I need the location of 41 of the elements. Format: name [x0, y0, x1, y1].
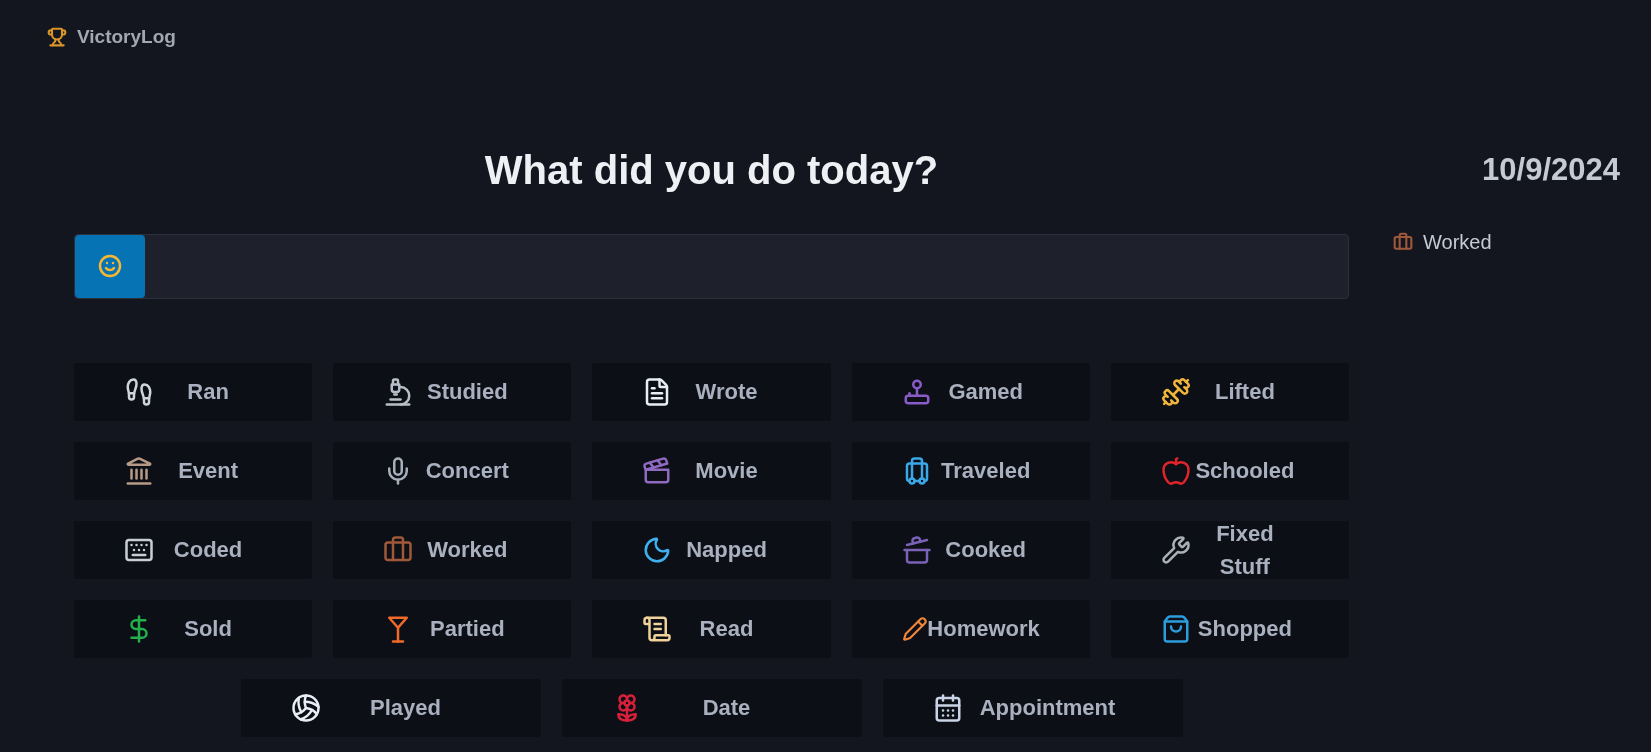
activity-button[interactable]: Date — [561, 678, 862, 737]
activity-button[interactable]: Movie — [592, 441, 831, 500]
activity-button[interactable]: Fixed Stuff — [1110, 520, 1349, 579]
date-label: 10/9/2024 — [1482, 150, 1620, 189]
activity-button[interactable]: Studied — [333, 362, 572, 421]
mood-button[interactable] — [75, 234, 145, 298]
activity-button[interactable]: Event — [74, 441, 313, 500]
activity-button[interactable]: Wrote — [592, 362, 831, 421]
activity-button[interactable]: Coded — [74, 520, 313, 579]
activity-button[interactable]: Traveled — [851, 441, 1090, 500]
activity-button[interactable]: Homework — [851, 599, 1090, 658]
activity-button[interactable]: Napped — [592, 520, 831, 579]
building-icon — [124, 455, 154, 486]
activity-button[interactable]: Shopped — [1110, 599, 1349, 658]
wrench-icon — [1160, 534, 1191, 565]
activity-button[interactable]: Appointment — [882, 678, 1183, 737]
activity-button[interactable]: Played — [240, 678, 541, 737]
apple-icon — [1160, 455, 1191, 486]
dumbbell-icon — [1160, 376, 1191, 407]
ball-icon — [290, 692, 321, 723]
activity-button[interactable]: Concert — [333, 441, 572, 500]
clapperboard-icon — [642, 455, 673, 486]
pot-icon — [901, 534, 932, 565]
activity-button[interactable]: Lifted — [1110, 362, 1349, 421]
activity-button[interactable]: Schooled — [1110, 441, 1349, 500]
briefcase-icon — [1393, 232, 1413, 252]
smiley-icon — [98, 254, 122, 278]
trophy-icon — [47, 27, 67, 48]
entry-field[interactable] — [74, 233, 1349, 299]
activity-button[interactable]: Ran — [74, 362, 313, 421]
page-heading: What did you do today? — [483, 146, 940, 194]
app-logo[interactable]: VictoryLog — [77, 23, 176, 52]
activity-button[interactable]: Worked — [333, 520, 572, 579]
activity-button[interactable]: Cooked — [851, 520, 1090, 579]
calendar-icon — [932, 692, 963, 723]
activity-button[interactable]: Gamed — [851, 362, 1090, 421]
activity-button[interactable]: Partied — [333, 599, 572, 658]
activity-button[interactable]: Read — [592, 599, 831, 658]
activity-button[interactable]: Sold — [74, 599, 313, 658]
footprints-icon — [124, 376, 154, 407]
log-entry: Worked — [1423, 230, 1492, 255]
